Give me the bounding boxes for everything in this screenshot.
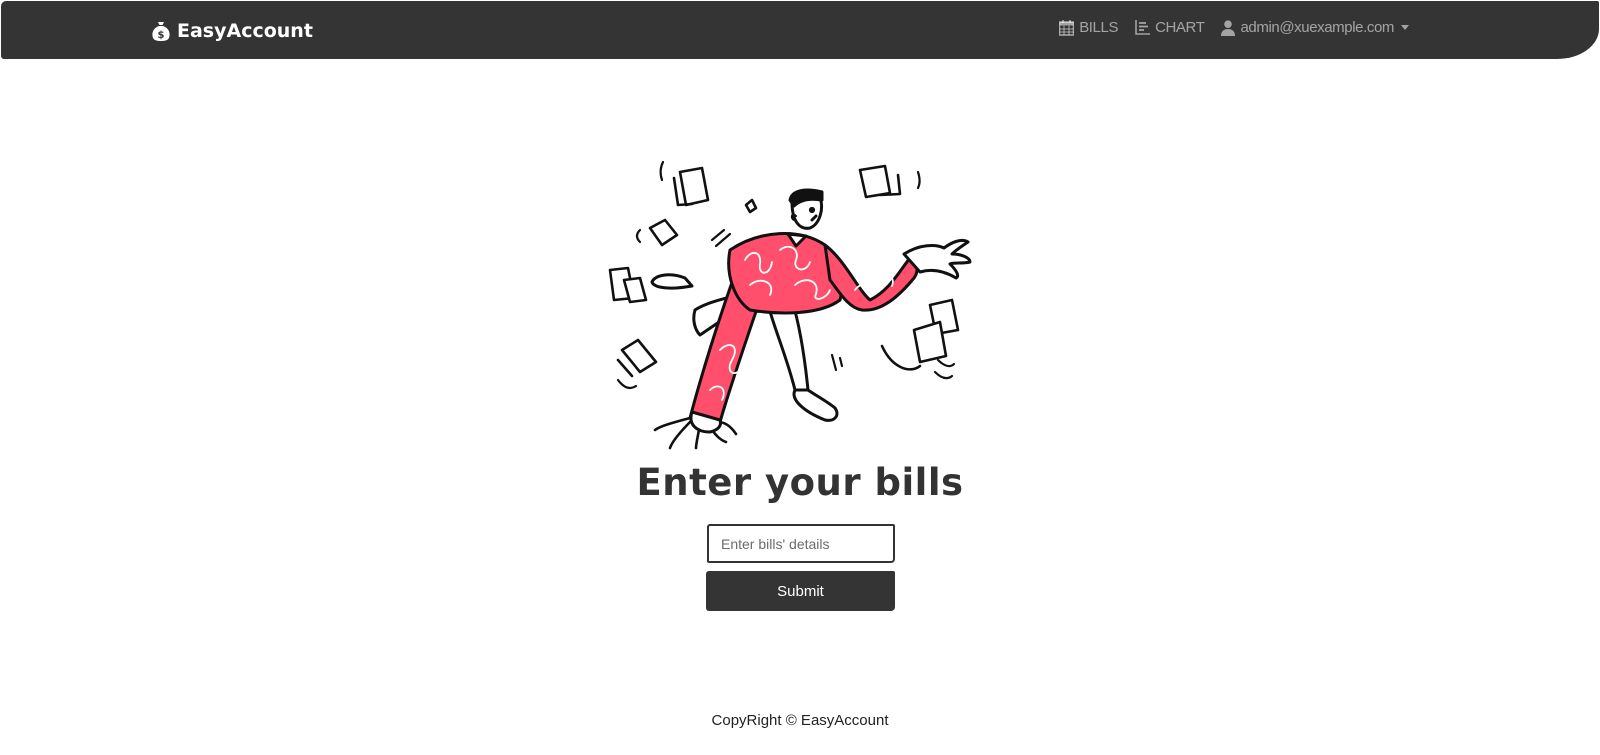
user-icon xyxy=(1221,19,1236,36)
bill-details-input[interactable] xyxy=(707,524,895,563)
nav-bills[interactable]: BILLS xyxy=(1059,19,1118,36)
hero-illustration xyxy=(600,150,1000,450)
nav-links: BILLS CHART admin@xuexample.com xyxy=(1042,19,1409,36)
user-email: admin@xuexample.com xyxy=(1240,19,1394,36)
head xyxy=(788,188,824,230)
nav-bills-label: BILLS xyxy=(1079,19,1119,36)
nav-chart[interactable]: CHART xyxy=(1135,19,1205,36)
svg-text:$: $ xyxy=(158,30,165,41)
user-menu-toggle[interactable]: admin@xuexample.com xyxy=(1221,19,1409,36)
footer-copyright: CopyRight © EasyAccount xyxy=(711,712,889,729)
brand-name: EasyAccount xyxy=(177,20,313,42)
page-title: Enter your bills xyxy=(636,461,964,504)
navbar: $ EasyAccount BILLS CHART admin@xuexampl… xyxy=(1,1,1599,59)
nav-chart-label: CHART xyxy=(1155,19,1205,36)
bar-chart-icon xyxy=(1135,20,1151,35)
money-bag-icon: $ xyxy=(151,20,171,42)
chevron-down-icon xyxy=(1401,25,1409,30)
submit-button[interactable]: Submit xyxy=(706,571,895,611)
calendar-icon xyxy=(1059,19,1075,36)
brand-link[interactable]: $ EasyAccount xyxy=(151,18,313,44)
